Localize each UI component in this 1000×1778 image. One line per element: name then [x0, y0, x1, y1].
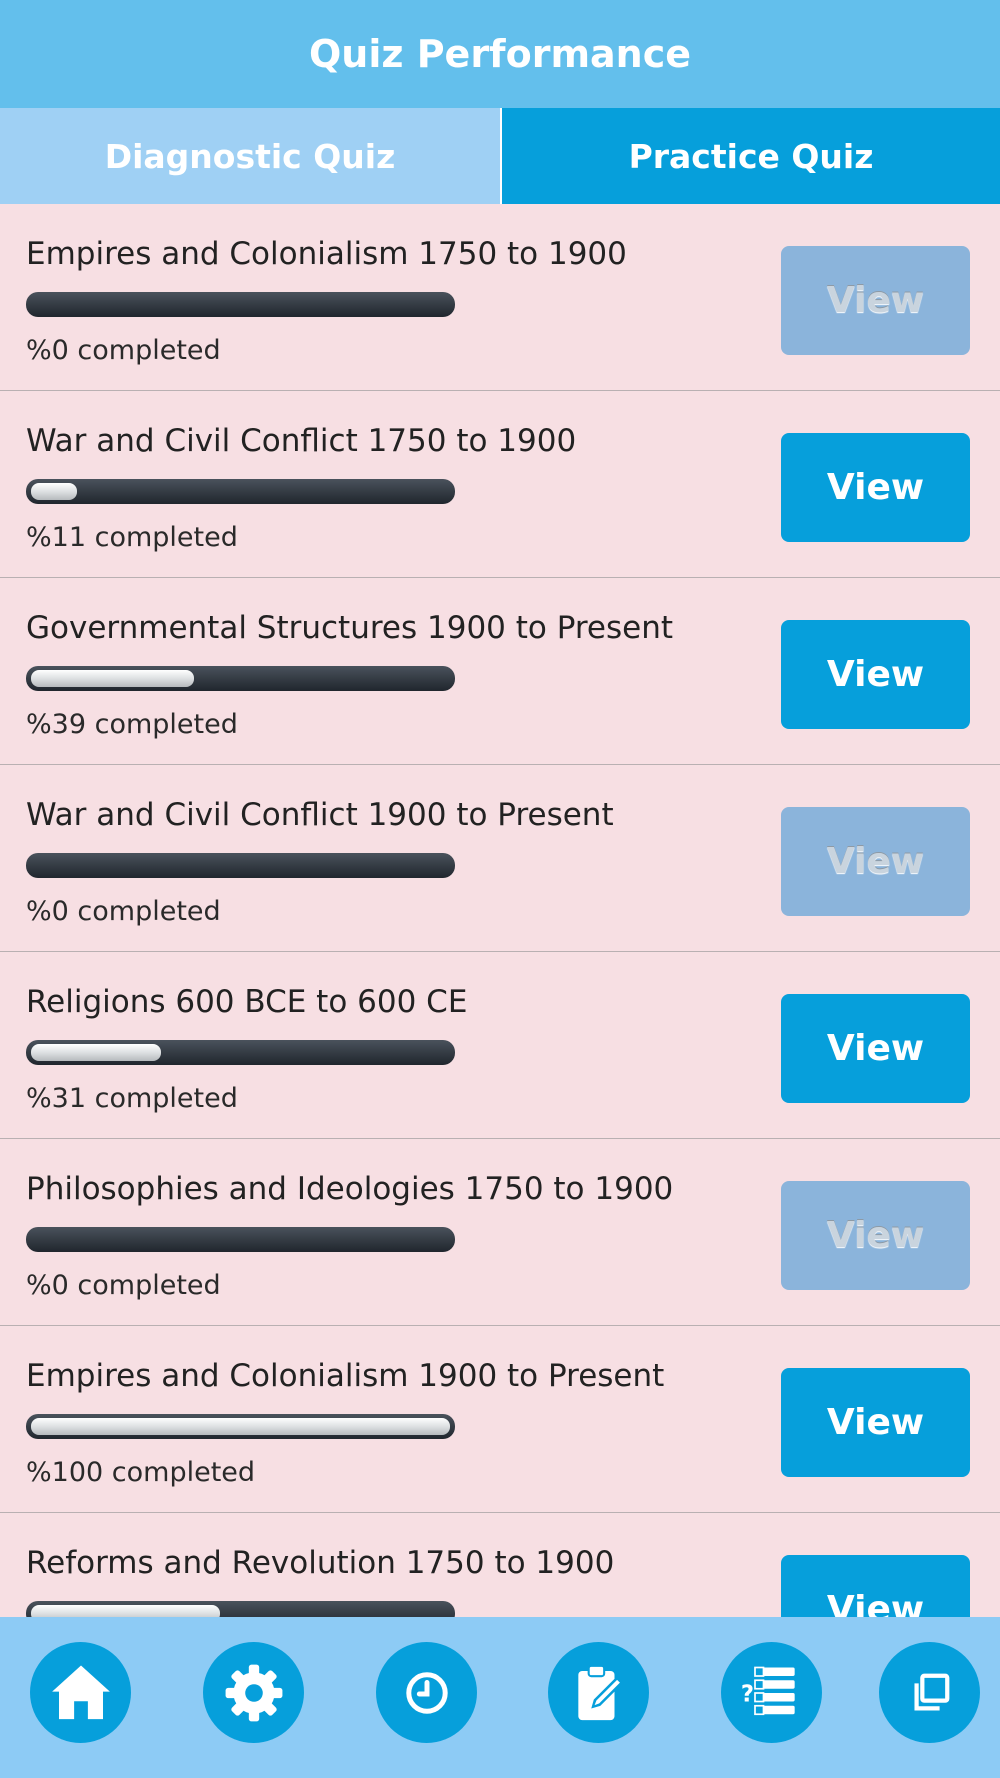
- view-button[interactable]: View: [781, 433, 970, 542]
- view-button[interactable]: View: [781, 246, 970, 355]
- view-button[interactable]: View: [781, 1181, 970, 1290]
- quiz-topic-title: Religions 600 BCE to 600 CE: [26, 984, 468, 1020]
- copy-icon: [913, 1673, 949, 1710]
- copy-button[interactable]: [879, 1642, 980, 1743]
- progress-bar-fill: [31, 1418, 450, 1435]
- svg-text:?: ?: [740, 1681, 753, 1707]
- progress-bar: [26, 479, 455, 504]
- progress-bar: [26, 1601, 455, 1617]
- quiz-list-icon: ?: [740, 1666, 795, 1715]
- progress-bar-fill: [31, 483, 78, 500]
- tab-practice-quiz-label: Practice Quiz: [628, 136, 874, 176]
- clock-icon: [405, 1671, 448, 1714]
- quiz-topic-title: Reforms and Revolution 1750 to 1900: [26, 1545, 615, 1581]
- completion-status: %39 completed: [26, 709, 238, 740]
- quiz-topic-row: War and Civil Conflict 1900 to Present %0…: [0, 765, 1000, 952]
- quiz-topic-title: Philosophies and Ideologies 1750 to 1900: [26, 1171, 674, 1207]
- completion-status: %0 completed: [26, 896, 221, 927]
- quiz-topic-row: Empires and Colonialism 1900 to Present%…: [0, 1326, 1000, 1513]
- tab-diagnostic-quiz-label: Diagnostic Quiz: [104, 136, 396, 176]
- settings-button[interactable]: [203, 1642, 304, 1743]
- tab-practice-quiz[interactable]: Practice Quiz: [502, 108, 1000, 204]
- quiz-topic-title: Governmental Structures 1900 to Present: [26, 610, 674, 646]
- history-button[interactable]: [376, 1642, 477, 1743]
- completion-status: %0 completed: [26, 1270, 221, 1301]
- progress-bar: [26, 853, 455, 878]
- quiz-topic-row: Reforms and Revolution 1750 to 1900 View: [0, 1513, 1000, 1617]
- tab-diagnostic-quiz[interactable]: Diagnostic Quiz: [0, 108, 502, 204]
- completion-status: %11 completed: [26, 522, 238, 553]
- quiz-topic-row: War and Civil Conflict 1750 to 1900 %11 c…: [0, 391, 1000, 578]
- progress-bar-fill: [31, 1044, 161, 1061]
- quiz-tabs: Diagnostic Quiz Practice Quiz: [0, 108, 1000, 204]
- bottom-navigation-bar: ?: [0, 1617, 1000, 1778]
- quiz-topic-title: War and Civil Conflict 1750 to 1900: [26, 423, 577, 459]
- quiz-topic-row: Religions 600 BCE to 600 CE %31 completed…: [0, 952, 1000, 1139]
- progress-bar-fill: [31, 670, 195, 687]
- view-button[interactable]: View: [781, 1368, 970, 1477]
- quiz-topic-title: Empires and Colonialism 1900 to Present: [26, 1358, 665, 1394]
- completion-status: %31 completed: [26, 1083, 238, 1114]
- home-button[interactable]: [30, 1642, 131, 1743]
- quiz-topic-row: Empires and Colonialism 1750 to 1900 %0 c…: [0, 204, 1000, 391]
- progress-bar: [26, 1040, 455, 1065]
- progress-bar: [26, 1414, 455, 1439]
- progress-bar: [26, 292, 455, 317]
- view-button[interactable]: View: [781, 994, 970, 1103]
- progress-bar-fill: [31, 1605, 220, 1617]
- quiz-topic-list[interactable]: Empires and Colonialism 1750 to 1900 %0 c…: [0, 204, 1000, 1617]
- view-button[interactable]: View: [781, 1555, 970, 1617]
- completion-status: %100 completed: [26, 1457, 256, 1488]
- quiz-topic-row: Governmental Structures 1900 to Present%…: [0, 578, 1000, 765]
- gear-icon: [225, 1664, 282, 1721]
- exam-button[interactable]: [548, 1642, 649, 1743]
- page-header: Quiz Performance: [0, 0, 1000, 108]
- view-button[interactable]: View: [781, 807, 970, 916]
- quiz-topic-row: Philosophies and Ideologies 1750 to 1900…: [0, 1139, 1000, 1326]
- quiz-topic-title: Empires and Colonialism 1750 to 1900: [26, 236, 627, 272]
- page-title: Quiz Performance: [308, 32, 692, 76]
- clipboard-edit-icon: [577, 1664, 624, 1720]
- progress-bar: [26, 666, 455, 691]
- progress-bar: [26, 1227, 455, 1252]
- completion-status: %0 completed: [26, 335, 221, 366]
- quiz-list-button[interactable]: ?: [721, 1642, 822, 1743]
- home-icon: [51, 1665, 110, 1719]
- quiz-topic-title: War and Civil Conflict 1900 to Present: [26, 797, 614, 833]
- view-button[interactable]: View: [781, 620, 970, 729]
